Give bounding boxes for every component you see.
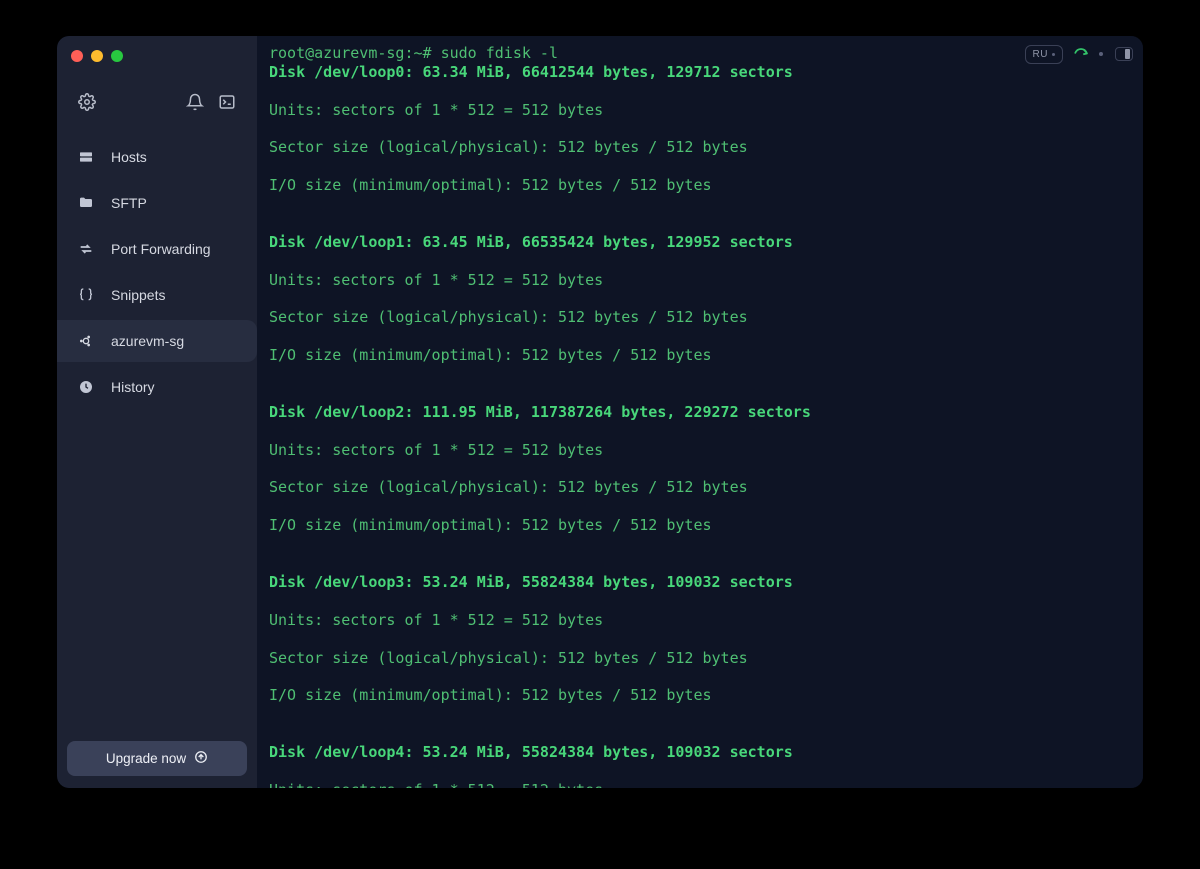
terminal-line: Units: sectors of 1 * 512 = 512 bytes [269, 441, 1131, 460]
terminal-line: Units: sectors of 1 * 512 = 512 bytes [269, 271, 1131, 290]
sidebar-item-snippets[interactable]: Snippets [57, 274, 257, 316]
sidebar-item-label: SFTP [111, 195, 147, 211]
share-button[interactable] [1071, 44, 1091, 64]
sidebar-toolbar [57, 72, 257, 130]
notifications-button[interactable] [185, 94, 205, 114]
share-icon [1072, 43, 1090, 66]
sidebar-item-label: Port Forwarding [111, 241, 211, 257]
main-pane: RU root@azurevm-sg:~# sudo fdisk -l Disk… [257, 36, 1143, 788]
terminal-line: I/O size (minimum/optimal): 512 bytes / … [269, 346, 1131, 365]
upgrade-button[interactable]: Upgrade now [67, 741, 247, 776]
terminal-line: I/O size (minimum/optimal): 512 bytes / … [269, 686, 1131, 705]
minimize-window-button[interactable] [91, 50, 103, 62]
toggle-panel-button[interactable] [1115, 47, 1133, 61]
terminal-line: Sector size (logical/physical): 512 byte… [269, 649, 1131, 668]
dot-icon [1099, 52, 1103, 56]
terminal-disk-header: Disk /dev/loop0: 63.34 MiB, 66412544 byt… [269, 63, 1131, 82]
terminal-line: Sector size (logical/physical): 512 byte… [269, 478, 1131, 497]
terminal-line: I/O size (minimum/optimal): 512 bytes / … [269, 176, 1131, 195]
sidebar-item-label: azurevm-sg [111, 333, 184, 349]
sidebar-item-hosts[interactable]: Hosts [57, 136, 257, 178]
gear-icon [78, 93, 96, 116]
terminal-line: root@azurevm-sg:~# sudo fdisk -l [269, 44, 558, 62]
new-terminal-button[interactable] [217, 94, 237, 114]
terminal-output[interactable]: root@azurevm-sg:~# sudo fdisk -l Disk /d… [257, 36, 1143, 788]
terminal-line: Units: sectors of 1 * 512 = 512 bytes [269, 781, 1131, 788]
clock-icon [77, 378, 95, 396]
locale-label: RU [1033, 49, 1048, 60]
sidebar-footer: Upgrade now [57, 731, 257, 788]
sidebar-item-session[interactable]: azurevm-sg [57, 320, 257, 362]
terminal-disk-header: Disk /dev/loop2: 111.95 MiB, 117387264 b… [269, 403, 1131, 422]
window-controls [57, 36, 257, 72]
app-window: Hosts SFTP Port Forwarding Snippets [57, 36, 1143, 788]
folder-icon [77, 194, 95, 212]
sidebar-item-sftp[interactable]: SFTP [57, 182, 257, 224]
terminal-icon [218, 93, 236, 116]
terminal-disk-header: Disk /dev/loop4: 53.24 MiB, 55824384 byt… [269, 743, 1131, 762]
sidebar-item-history[interactable]: History [57, 366, 257, 408]
sidebar-item-label: Hosts [111, 149, 147, 165]
close-window-button[interactable] [71, 50, 83, 62]
terminal-line: Sector size (logical/physical): 512 byte… [269, 138, 1131, 157]
maximize-window-button[interactable] [111, 50, 123, 62]
terminal-disk-header: Disk /dev/loop3: 53.24 MiB, 55824384 byt… [269, 573, 1131, 592]
topbar: RU [1025, 44, 1133, 64]
sidebar: Hosts SFTP Port Forwarding Snippets [57, 36, 257, 788]
arrows-icon [77, 240, 95, 258]
server-icon [77, 148, 95, 166]
upgrade-label: Upgrade now [106, 751, 186, 766]
sidebar-item-port-forwarding[interactable]: Port Forwarding [57, 228, 257, 270]
braces-icon [77, 286, 95, 304]
sidebar-item-label: History [111, 379, 155, 395]
terminal-disk-header: Disk /dev/loop1: 63.45 MiB, 66535424 byt… [269, 233, 1131, 252]
dot-icon [1052, 53, 1055, 56]
terminal-line: Sector size (logical/physical): 512 byte… [269, 308, 1131, 327]
sidebar-nav: Hosts SFTP Port Forwarding Snippets [57, 130, 257, 414]
ubuntu-icon [77, 332, 95, 350]
arrow-up-circle-icon [194, 750, 208, 767]
terminal-line: Units: sectors of 1 * 512 = 512 bytes [269, 101, 1131, 120]
sidebar-item-label: Snippets [111, 287, 165, 303]
settings-button[interactable] [77, 94, 97, 114]
terminal-line: I/O size (minimum/optimal): 512 bytes / … [269, 516, 1131, 535]
terminal-line: Units: sectors of 1 * 512 = 512 bytes [269, 611, 1131, 630]
locale-pill[interactable]: RU [1025, 45, 1063, 64]
bell-icon [186, 93, 204, 116]
